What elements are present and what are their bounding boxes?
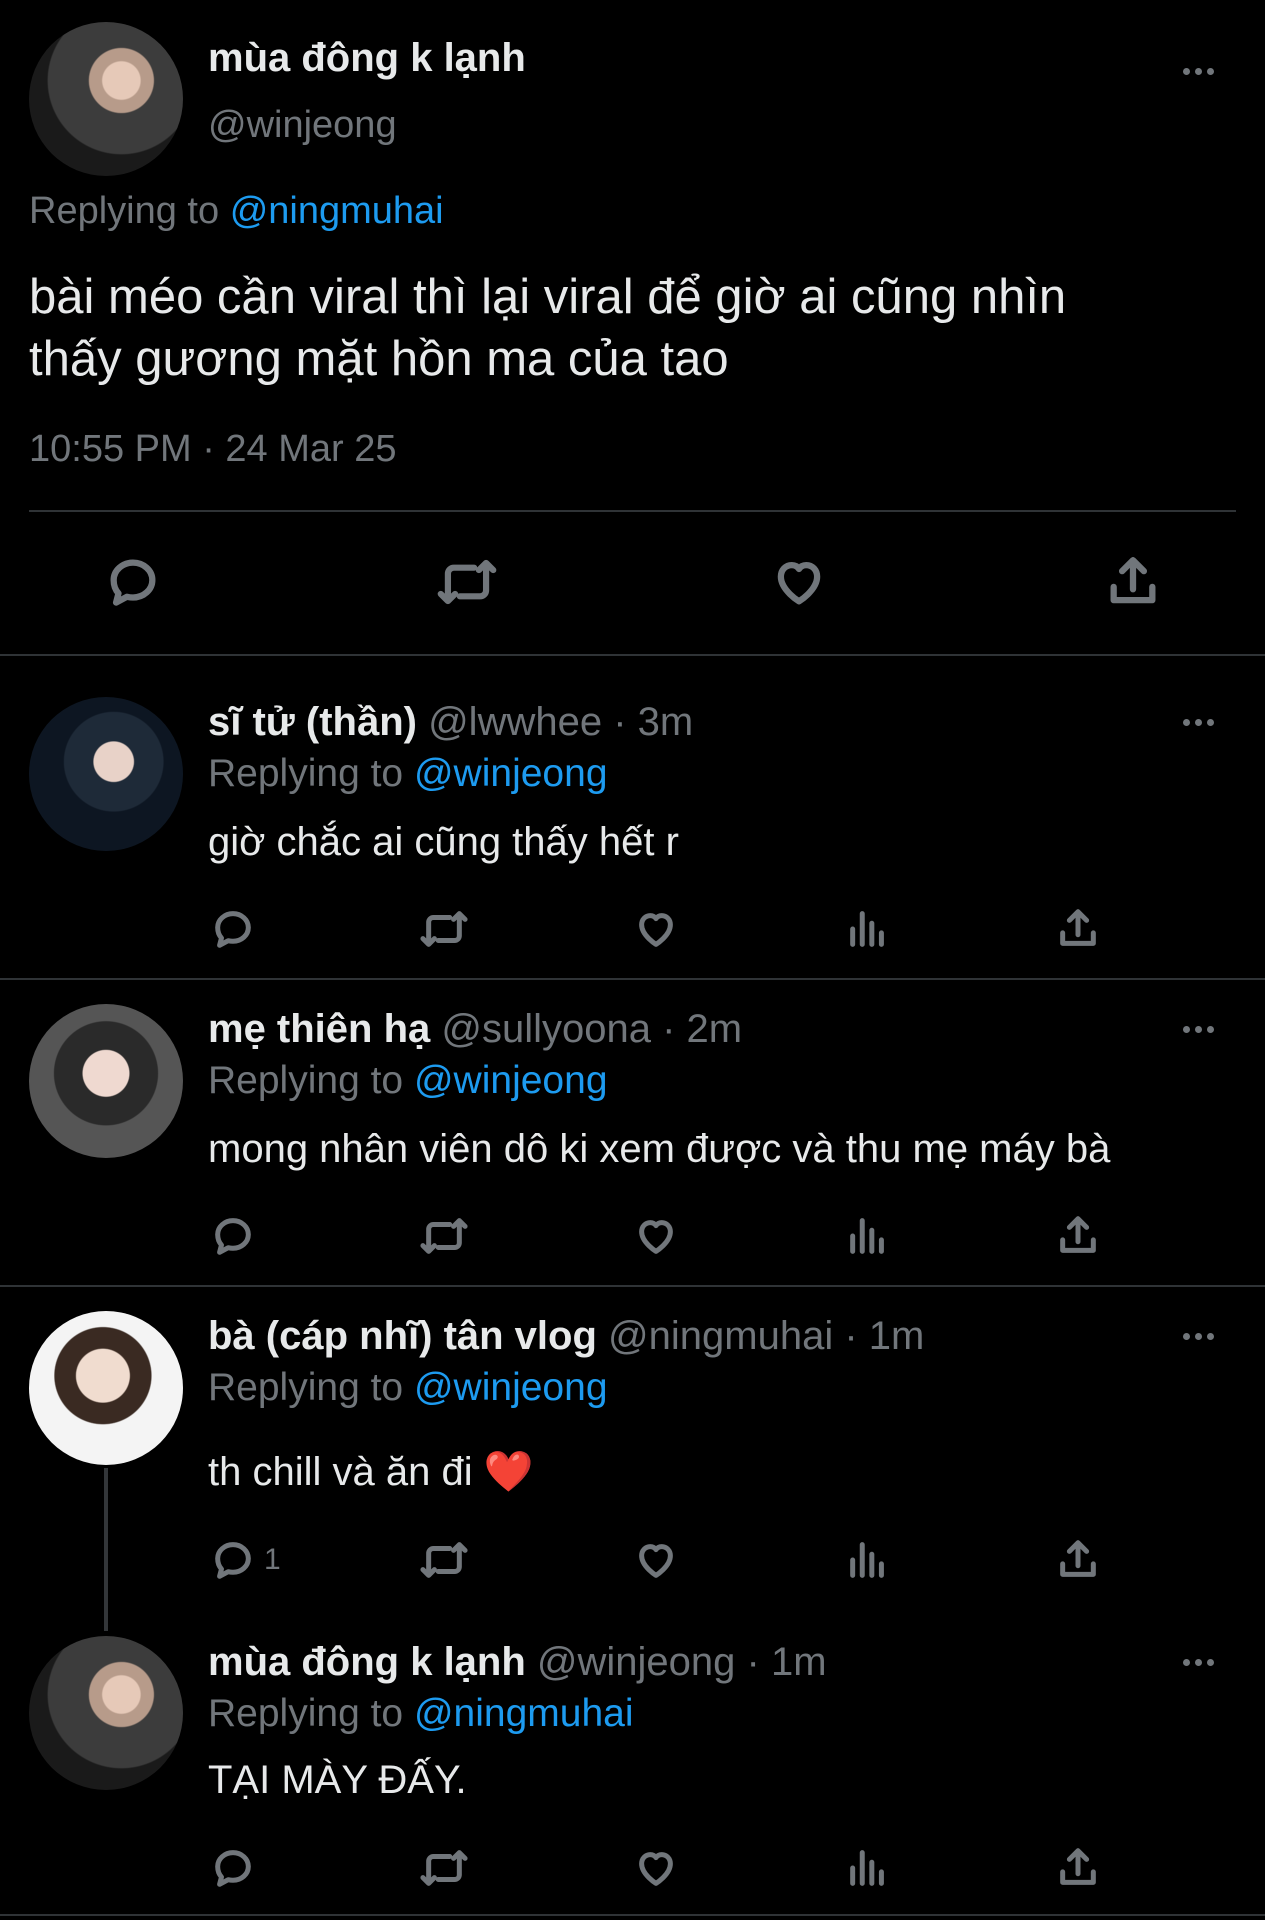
share-icon[interactable] xyxy=(1055,1537,1101,1583)
replying-prefix: Replying to xyxy=(208,1692,404,1735)
replying-handle-link[interactable]: @winjeong xyxy=(414,752,608,795)
divider xyxy=(0,978,1265,980)
replying-handle-link[interactable]: @ningmuhai xyxy=(414,1692,634,1735)
more-icon[interactable] xyxy=(1183,1333,1214,1340)
replying-handle-link[interactable]: @winjeong xyxy=(414,1366,608,1409)
reply-icon[interactable] xyxy=(210,1213,256,1259)
more-icon[interactable] xyxy=(1183,1026,1214,1033)
handle-time[interactable]: @winjeong · 1m xyxy=(537,1640,827,1684)
replying-to: Replying to @ningmuhai xyxy=(208,1692,634,1736)
divider xyxy=(0,1914,1265,1916)
retweet-icon[interactable] xyxy=(436,553,498,611)
display-name[interactable]: sĩ tử (thần) xyxy=(208,700,417,744)
share-icon[interactable] xyxy=(1104,553,1162,611)
reply-text: giờ chắc ai cũng thấy hết r xyxy=(208,820,679,864)
views-icon[interactable] xyxy=(845,1537,891,1583)
avatar[interactable] xyxy=(29,697,183,851)
avatar[interactable] xyxy=(29,1636,183,1790)
views-icon[interactable] xyxy=(845,1213,891,1259)
reply-header: mùa đông k lạnh @winjeong · 1m xyxy=(208,1640,827,1685)
reply-action[interactable]: 1 xyxy=(210,1537,281,1583)
more-icon[interactable] xyxy=(1183,68,1214,75)
timestamp[interactable]: 10:55 PM · 24 Mar 25 xyxy=(29,428,397,471)
handle-time[interactable]: @ningmuhai · 1m xyxy=(608,1314,924,1358)
reply-text: TẠI MÀY ĐẤY. xyxy=(208,1758,467,1802)
avatar[interactable] xyxy=(29,1311,183,1465)
replying-prefix: Replying to xyxy=(208,752,404,795)
views-icon[interactable] xyxy=(845,906,891,952)
like-icon[interactable] xyxy=(633,906,679,952)
display-name[interactable]: mùa đông k lạnh xyxy=(208,36,526,81)
thread-line xyxy=(104,1468,108,1631)
reply-icon[interactable] xyxy=(210,1537,256,1583)
reply-count: 1 xyxy=(264,1543,281,1576)
retweet-icon[interactable] xyxy=(419,1213,469,1259)
replying-prefix: Replying to xyxy=(208,1366,404,1409)
like-icon[interactable] xyxy=(633,1537,679,1583)
handle[interactable]: @winjeong xyxy=(208,104,397,147)
handle-time[interactable]: @sullyoona · 2m xyxy=(441,1007,742,1051)
retweet-icon[interactable] xyxy=(419,906,469,952)
reply-header: mẹ thiên hạ @sullyoona · 2m xyxy=(208,1007,742,1052)
share-icon[interactable] xyxy=(1055,1845,1101,1891)
replying-to: Replying to @winjeong xyxy=(208,752,608,796)
retweet-icon[interactable] xyxy=(419,1537,469,1583)
divider xyxy=(0,654,1265,656)
reply-header: bà (cáp nhĩ) tân vlog @ningmuhai · 1m xyxy=(208,1314,924,1359)
tweet-text: bài méo cần viral thì lại viral để giờ a… xyxy=(29,266,1066,390)
replying-to: Replying to @ningmuhai xyxy=(29,190,444,233)
reply-icon[interactable] xyxy=(210,906,256,952)
like-icon[interactable] xyxy=(633,1213,679,1259)
handle-time[interactable]: @lwwhee · 3m xyxy=(428,700,693,744)
replying-prefix: Replying to xyxy=(29,190,220,232)
divider xyxy=(29,510,1236,512)
views-icon[interactable] xyxy=(845,1845,891,1891)
replying-handle-link[interactable]: @ningmuhai xyxy=(230,190,444,232)
divider xyxy=(0,1285,1265,1287)
reply-icon[interactable] xyxy=(104,553,162,611)
like-icon[interactable] xyxy=(770,553,828,611)
reply-icon[interactable] xyxy=(210,1845,256,1891)
avatar[interactable] xyxy=(29,22,183,176)
like-icon[interactable] xyxy=(633,1845,679,1891)
retweet-icon[interactable] xyxy=(419,1845,469,1891)
replying-prefix: Replying to xyxy=(208,1059,404,1102)
reply-text: mong nhân viên dô ki xem được và thu mẹ … xyxy=(208,1127,1111,1171)
more-icon[interactable] xyxy=(1183,719,1214,726)
tweet-text-line: bài méo cần viral thì lại viral để giờ a… xyxy=(29,270,1067,324)
more-icon[interactable] xyxy=(1183,1659,1214,1666)
replying-to: Replying to @winjeong xyxy=(208,1366,608,1410)
display-name[interactable]: mùa đông k lạnh xyxy=(208,1640,526,1684)
share-icon[interactable] xyxy=(1055,1213,1101,1259)
display-name[interactable]: bà (cáp nhĩ) tân vlog xyxy=(208,1314,597,1358)
replying-to: Replying to @winjeong xyxy=(208,1059,608,1103)
replying-handle-link[interactable]: @winjeong xyxy=(414,1059,608,1102)
avatar[interactable] xyxy=(29,1004,183,1158)
reply-text: th chill và ăn đi ❤️ xyxy=(208,1450,534,1494)
reply-header: sĩ tử (thần) @lwwhee · 3m xyxy=(208,700,693,745)
tweet-text-line: thấy gương mặt hồn ma của tao xyxy=(29,332,729,386)
share-icon[interactable] xyxy=(1055,906,1101,952)
display-name[interactable]: mẹ thiên hạ xyxy=(208,1007,430,1051)
